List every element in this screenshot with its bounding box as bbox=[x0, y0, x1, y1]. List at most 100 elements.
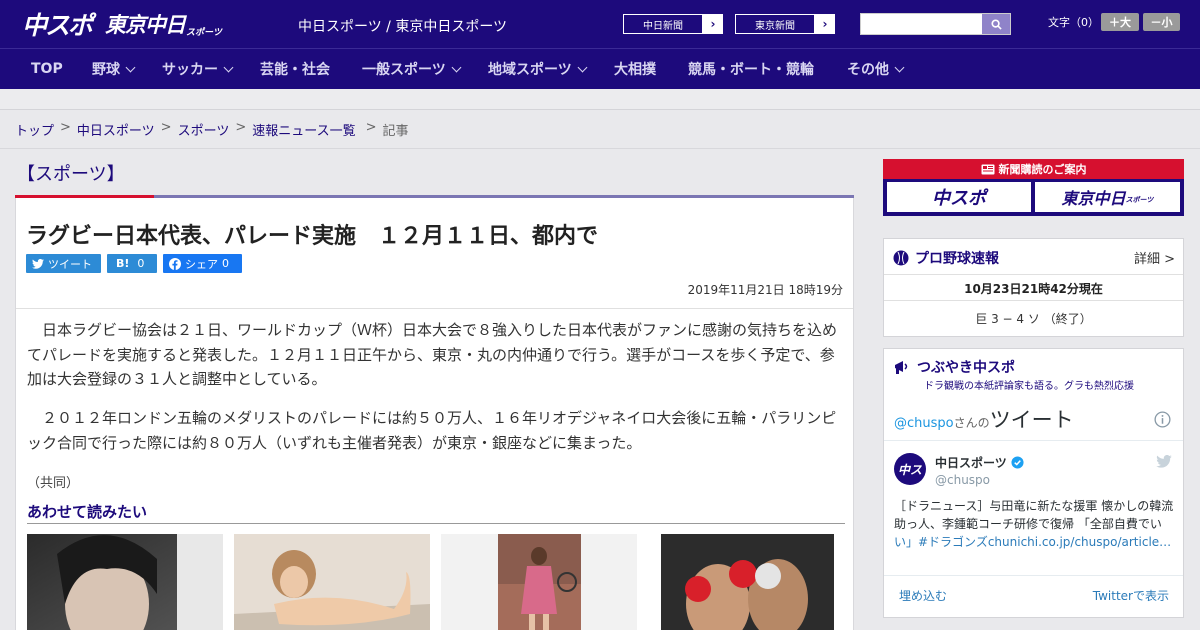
tweet-button[interactable]: ツイート bbox=[26, 254, 101, 273]
nav-label: 大相撲 bbox=[614, 62, 656, 78]
tokyo-shimbun-link[interactable]: 東京新聞 › bbox=[734, 13, 836, 35]
embed-link[interactable]: 埋め込む bbox=[899, 587, 947, 604]
article-body: ラグビー日本代表、パレード実施 １２月１１日、都内で ツイート B! 0 シェア… bbox=[15, 198, 854, 630]
nav-soccer[interactable]: サッカー bbox=[162, 49, 234, 89]
search-button[interactable] bbox=[982, 14, 1010, 34]
tweet-text-link[interactable]: い」#ドラゴンズchunichi.co.jp/chuspo/article… bbox=[894, 535, 1171, 549]
chevron-down-icon bbox=[451, 62, 462, 72]
avatar[interactable]: 中ス bbox=[894, 453, 926, 485]
view-on-twitter-link[interactable]: Twitterで表示 bbox=[1093, 587, 1169, 604]
divider bbox=[884, 300, 1183, 301]
facebook-count: 0 bbox=[222, 257, 229, 270]
chevron-down-icon bbox=[125, 62, 136, 72]
baseball-details-link[interactable]: 詳細 > bbox=[1134, 248, 1175, 267]
nav-baseball[interactable]: 野球 bbox=[92, 49, 136, 89]
search-input[interactable] bbox=[861, 14, 983, 34]
article-credit: （共同） bbox=[27, 476, 80, 491]
reclining-photo-image bbox=[234, 534, 430, 630]
tennis-photo-image bbox=[441, 534, 637, 630]
article-paragraph: 日本ラグビー協会は２１日、ワールドカップ（Ｗ杯）日本大会で８強入りした日本代表が… bbox=[27, 321, 838, 388]
breadcrumb-separator: > bbox=[60, 120, 71, 135]
site-header: 中スポ 東京中日 スポーツ 中日スポーツ / 東京中日スポーツ 中日新聞 › 東… bbox=[0, 0, 1200, 48]
facebook-label: シェア bbox=[185, 257, 218, 271]
breadcrumb-current: 記事 bbox=[382, 124, 409, 139]
nav-label: 野球 bbox=[92, 62, 120, 78]
chevron-down-icon bbox=[894, 62, 905, 72]
twitter-bird-icon bbox=[32, 258, 44, 269]
related-heading: あわせて読みたい bbox=[27, 503, 148, 521]
facebook-share-button[interactable]: シェア 0 bbox=[163, 254, 242, 273]
tweet-text-main: ［ドラニュース］与田竜に新たな援軍 懐かしの韓流助っ人、李鍾範コーチ研修で復帰 … bbox=[894, 499, 1174, 531]
related-thumbnail[interactable] bbox=[234, 534, 430, 630]
nav-label: その他 bbox=[847, 62, 889, 78]
timeline-handle: @chuspo bbox=[894, 416, 954, 431]
logo-chuspo: 中スポ bbox=[22, 11, 93, 40]
breadcrumb: トップ > 中日スポーツ > スポーツ > 速報ニュース一覧 > 記事 bbox=[15, 120, 409, 139]
site-logo[interactable]: 中スポ 東京中日 スポーツ bbox=[22, 8, 222, 40]
nav-sumo[interactable]: 大相撲 bbox=[614, 49, 656, 89]
twitter-bird-icon[interactable] bbox=[1156, 455, 1172, 468]
breadcrumb-separator: > bbox=[365, 120, 377, 135]
article-paragraph: ２０１２年ロンドン五輪のメダリストのパレードには約５０万人、１６年リオデジャネイ… bbox=[27, 409, 837, 452]
nav-general-sports[interactable]: 一般スポーツ bbox=[362, 49, 462, 89]
nav-label: サッカー bbox=[162, 62, 218, 78]
logo-tokyo-chunichi: 東京中日 bbox=[105, 13, 186, 37]
timeline-title[interactable]: @chuspo さんの ツイート bbox=[894, 404, 1074, 434]
facebook-icon bbox=[169, 257, 181, 270]
nav-keiba-boat-keirin[interactable]: 競馬・ボート・競輪 bbox=[688, 49, 814, 89]
font-size-label: 文字（0） bbox=[1048, 16, 1099, 29]
tokyo-shimbun-label: 東京新聞 bbox=[736, 15, 814, 33]
info-icon[interactable] bbox=[1154, 411, 1171, 428]
baseball-timestamp: 10月23日21時42分現在 bbox=[964, 282, 1103, 296]
hatena-icon: B! bbox=[116, 257, 130, 270]
baseball-score[interactable]: 巨 3 − 4 ソ （終了） bbox=[884, 310, 1183, 327]
pro-baseball-title-label: プロ野球速報 bbox=[915, 251, 999, 267]
timeline-handle-mid: さんの bbox=[953, 416, 990, 430]
nav-local-sports[interactable]: 地域スポーツ bbox=[488, 49, 588, 89]
nav-label: TOP bbox=[31, 61, 63, 77]
svg-text:中ス: 中ス bbox=[898, 463, 922, 477]
breadcrumb-news-list[interactable]: 速報ニュース一覧 bbox=[252, 120, 355, 139]
logo-tokyo-sub: スポーツ bbox=[186, 28, 222, 38]
breadcrumb-chunichi-sports[interactable]: 中日スポーツ bbox=[77, 120, 155, 139]
pro-baseball-title: プロ野球速報 bbox=[893, 248, 999, 268]
timeline-title-label: ツイート bbox=[989, 408, 1074, 432]
divider bbox=[884, 274, 1183, 275]
nav-other[interactable]: その他 bbox=[847, 49, 905, 89]
nav-entertainment[interactable]: 芸能・社会 bbox=[260, 49, 330, 89]
related-thumbnail[interactable] bbox=[441, 534, 637, 630]
chevron-right-icon: › bbox=[822, 17, 828, 31]
font-larger-button[interactable]: ＋大 bbox=[1101, 13, 1139, 31]
divider bbox=[27, 523, 845, 524]
tweet-user-name: 中日スポーツ bbox=[935, 456, 1007, 470]
breadcrumb-sports[interactable]: スポーツ bbox=[178, 120, 230, 139]
category-title: 【スポーツ】 bbox=[17, 164, 125, 185]
nav-top[interactable]: TOP bbox=[31, 49, 63, 89]
site-name-link[interactable]: 中日スポーツ / 東京中日スポーツ bbox=[298, 16, 507, 36]
font-smaller-button[interactable]: －小 bbox=[1143, 13, 1180, 31]
tweet-user-handle: @chuspo bbox=[935, 473, 991, 487]
breadcrumb-top[interactable]: トップ bbox=[15, 120, 54, 139]
divider bbox=[0, 148, 1200, 149]
chevron-down-icon bbox=[223, 62, 234, 72]
search-box bbox=[860, 13, 1011, 35]
nav-label: 競馬・ボート・競輪 bbox=[688, 62, 814, 78]
nav-label: 一般スポーツ bbox=[362, 62, 446, 78]
subscribe-chuspo-button[interactable]: 中スポ bbox=[887, 182, 1031, 212]
main-nav: TOP 野球 サッカー 芸能・社会 一般スポーツ 地域スポーツ 大相撲 競馬・ボ… bbox=[0, 48, 1200, 89]
article-headline: ラグビー日本代表、パレード実施 １２月１１日、都内で bbox=[26, 224, 599, 249]
twitter-card-title: つぶやき中スポ bbox=[893, 357, 1015, 377]
chevron-down-icon bbox=[577, 62, 588, 72]
breadcrumb-separator: > bbox=[235, 120, 247, 135]
twitter-timeline-header: @chuspo さんの ツイート bbox=[884, 396, 1183, 441]
newspaper-icon bbox=[981, 164, 994, 174]
nav-label: 芸能・社会 bbox=[260, 62, 330, 78]
chunichi-shimbun-link[interactable]: 中日新聞 › bbox=[622, 13, 724, 35]
related-thumbnail[interactable] bbox=[648, 534, 844, 630]
search-icon bbox=[990, 18, 1002, 30]
hatena-bookmark-button[interactable]: B! 0 bbox=[107, 254, 157, 273]
twitter-card-title-label: つぶやき中スポ bbox=[917, 360, 1015, 376]
subscribe-tokyo-chunichi-button[interactable]: 東京中日 スポーツ bbox=[1035, 182, 1180, 212]
breadcrumb-separator: > bbox=[160, 120, 172, 135]
related-thumbnail[interactable] bbox=[27, 534, 223, 630]
